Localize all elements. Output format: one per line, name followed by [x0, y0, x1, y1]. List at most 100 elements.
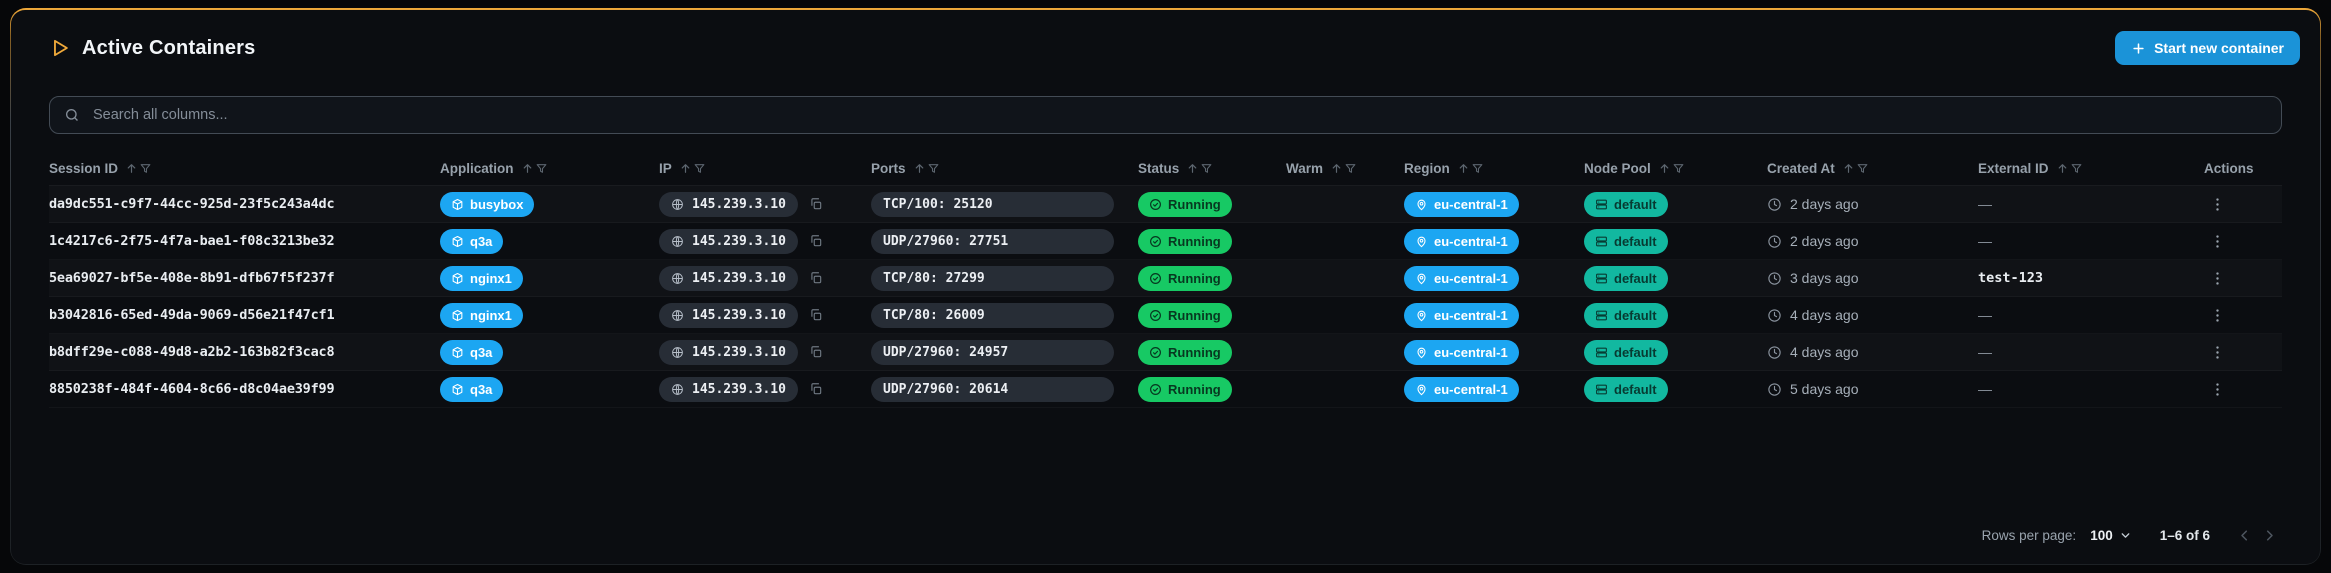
server-icon	[1595, 309, 1608, 322]
rows-per-page-label: Rows per page:	[1981, 528, 2077, 543]
sort-icon[interactable]	[125, 162, 138, 175]
copy-ip-button[interactable]	[807, 343, 825, 361]
table-row[interactable]: da9dc551-c9f7-44cc-925d-23f5c243a4dc bus…	[49, 186, 2282, 223]
region-chip: eu-central-1	[1404, 376, 1519, 402]
session-id: da9dc551-c9f7-44cc-925d-23f5c243a4dc	[49, 196, 335, 212]
column-header-label: Created At	[1767, 161, 1835, 176]
filter-icon[interactable]	[693, 162, 706, 175]
table-row[interactable]: 8850238f-484f-4604-8c66-d8c04ae39f99 q3a…	[49, 371, 2282, 408]
region-label: eu-central-1	[1434, 381, 1508, 397]
chevron-right-icon	[2261, 527, 2278, 544]
server-icon	[1595, 198, 1608, 211]
filter-icon[interactable]	[1471, 162, 1484, 175]
application-chip[interactable]: nginx1	[440, 265, 523, 291]
table-row[interactable]: b3042816-65ed-49da-9069-d56e21f47cf1 ngi…	[49, 297, 2282, 334]
column-header[interactable]: External ID	[1978, 161, 2204, 176]
table-row[interactable]: 5ea69027-bf5e-408e-8b91-dfb67f5f237f ngi…	[49, 260, 2282, 297]
column-header[interactable]: Actions	[2204, 161, 2282, 176]
application-name: q3a	[470, 381, 493, 397]
pagination-bar: Rows per page: 100 1–6 of 6	[1982, 523, 2282, 548]
row-actions-button[interactable]	[2204, 340, 2231, 365]
sort-icon[interactable]	[1186, 162, 1199, 175]
session-id: 1c4217c6-2f75-4f7a-bae1-f08c3213be32	[49, 233, 335, 249]
row-actions-button[interactable]	[2204, 303, 2231, 328]
clock-icon	[1767, 197, 1782, 212]
application-chip[interactable]: busybox	[440, 191, 535, 217]
column-header[interactable]: Ports	[871, 161, 1138, 176]
column-header-label: Ports	[871, 161, 906, 176]
start-button-label: Start new container	[2154, 40, 2284, 56]
column-header[interactable]: Node Pool	[1584, 161, 1767, 176]
application-chip[interactable]: q3a	[440, 376, 504, 402]
application-icon	[451, 309, 464, 322]
table-row[interactable]: b8dff29e-c088-49d8-a2b2-163b82f3cac8 q3a…	[49, 334, 2282, 371]
column-header-label: Node Pool	[1584, 161, 1651, 176]
sort-icon[interactable]	[1842, 162, 1855, 175]
filter-icon[interactable]	[1672, 162, 1685, 175]
column-header[interactable]: IP	[659, 161, 871, 176]
status-label: Running	[1168, 381, 1221, 397]
column-header[interactable]: Session ID	[49, 161, 440, 176]
ip-pill: 145.239.3.10	[659, 302, 798, 328]
previous-page-button[interactable]	[2232, 523, 2257, 548]
sort-icon[interactable]	[2056, 162, 2069, 175]
column-header-label: Actions	[2204, 161, 2254, 176]
filter-icon[interactable]	[139, 162, 152, 175]
ports-pill: TCP/80: 27299	[871, 265, 1114, 291]
filter-icon[interactable]	[2070, 162, 2083, 175]
filter-icon[interactable]	[1344, 162, 1357, 175]
filter-icon[interactable]	[535, 162, 548, 175]
sort-icon[interactable]	[1457, 162, 1470, 175]
external-id: —	[1978, 381, 1992, 397]
application-chip[interactable]: q3a	[440, 228, 504, 254]
rows-per-page-select[interactable]: 100	[2084, 524, 2138, 547]
copy-ip-button[interactable]	[807, 232, 825, 250]
search-bar	[49, 96, 2282, 134]
copy-ip-button[interactable]	[807, 195, 825, 213]
application-chip[interactable]: q3a	[440, 339, 504, 365]
sort-icon[interactable]	[679, 162, 692, 175]
filter-icon[interactable]	[1200, 162, 1213, 175]
row-actions-button[interactable]	[2204, 192, 2231, 217]
next-page-button[interactable]	[2257, 523, 2282, 548]
column-header[interactable]: Status	[1138, 161, 1286, 176]
external-id: —	[1978, 233, 1992, 249]
copy-ip-button[interactable]	[807, 306, 825, 324]
node-pool-label: default	[1614, 344, 1657, 360]
node-pool-chip: default	[1584, 376, 1668, 402]
row-actions-button[interactable]	[2204, 266, 2231, 291]
containers-table: Session ID Application IP Ports Status W…	[49, 152, 2282, 408]
status-chip: Running	[1138, 339, 1232, 365]
filter-icon[interactable]	[1856, 162, 1869, 175]
sort-icon[interactable]	[1658, 162, 1671, 175]
sort-icon[interactable]	[1330, 162, 1343, 175]
globe-icon	[671, 235, 684, 248]
sort-icon[interactable]	[521, 162, 534, 175]
map-pin-icon	[1415, 198, 1428, 211]
ports-pill: TCP/100: 25120	[871, 191, 1114, 217]
session-id: b8dff29e-c088-49d8-a2b2-163b82f3cac8	[49, 344, 335, 360]
sort-icon[interactable]	[913, 162, 926, 175]
table-row[interactable]: 1c4217c6-2f75-4f7a-bae1-f08c3213be32 q3a…	[49, 223, 2282, 260]
page-title-group: Active Containers	[49, 37, 255, 60]
status-chip: Running	[1138, 376, 1232, 402]
node-pool-chip: default	[1584, 339, 1668, 365]
column-header[interactable]: Application	[440, 161, 659, 176]
application-chip[interactable]: nginx1	[440, 302, 523, 328]
search-input[interactable]	[91, 106, 2267, 124]
clock-icon	[1767, 234, 1782, 249]
application-icon	[451, 272, 464, 285]
column-header[interactable]: Region	[1404, 161, 1584, 176]
copy-ip-button[interactable]	[807, 380, 825, 398]
filter-icon[interactable]	[927, 162, 940, 175]
globe-icon	[671, 198, 684, 211]
region-chip: eu-central-1	[1404, 339, 1519, 365]
map-pin-icon	[1415, 235, 1428, 248]
column-header[interactable]: Warm	[1286, 161, 1404, 176]
row-actions-button[interactable]	[2204, 377, 2231, 402]
map-pin-icon	[1415, 383, 1428, 396]
row-actions-button[interactable]	[2204, 229, 2231, 254]
copy-ip-button[interactable]	[807, 269, 825, 287]
start-new-container-button[interactable]: Start new container	[2115, 31, 2300, 65]
column-header[interactable]: Created At	[1767, 161, 1978, 176]
